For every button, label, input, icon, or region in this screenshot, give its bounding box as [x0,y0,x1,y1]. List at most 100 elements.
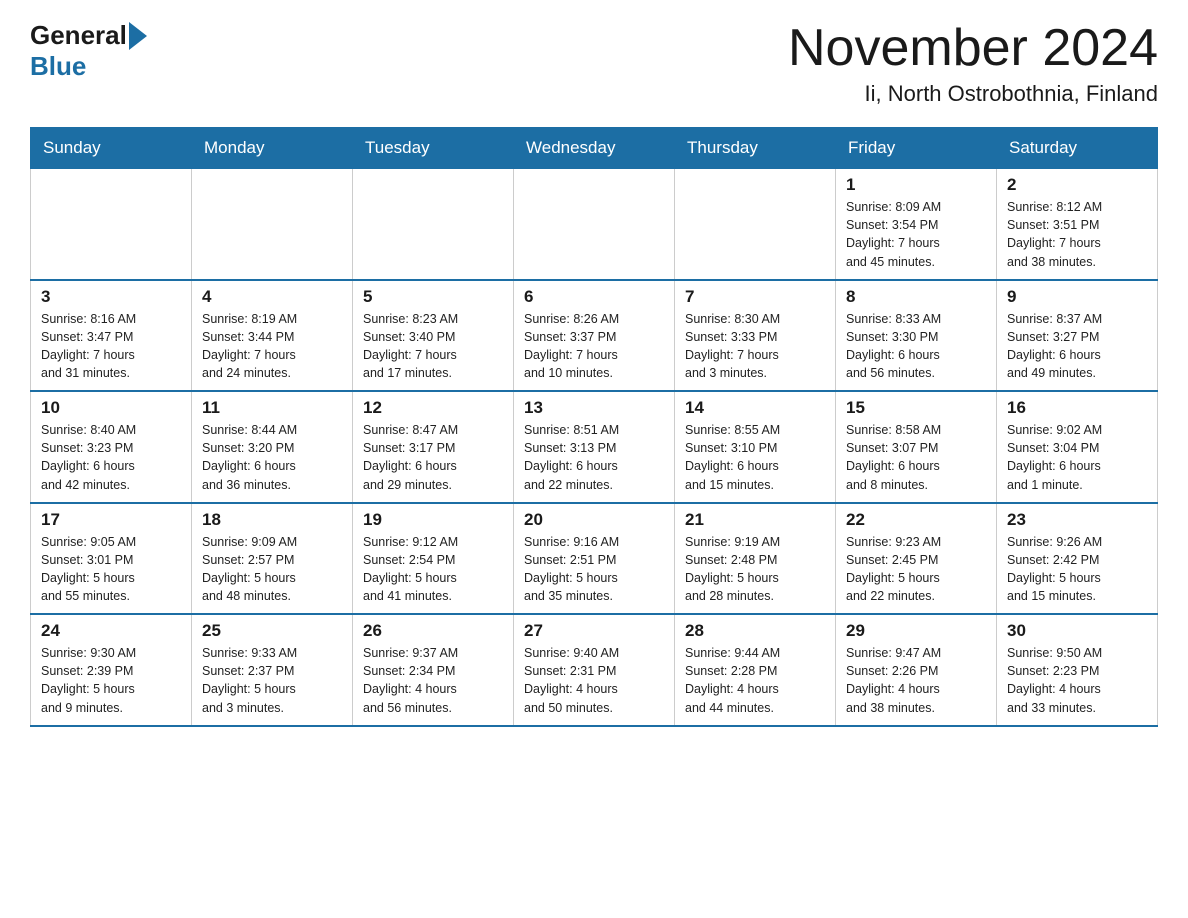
calendar-cell: 27 Sunrise: 9:40 AM Sunset: 2:31 PM Dayli… [514,614,675,726]
day-info: Sunrise: 9:19 AM Sunset: 2:48 PM Dayligh… [685,533,825,606]
day-number: 2 [1007,175,1147,195]
calendar-cell: 4 Sunrise: 8:19 AM Sunset: 3:44 PM Daylig… [192,280,353,392]
day-number: 9 [1007,287,1147,307]
calendar-subtitle: Ii, North Ostrobothnia, Finland [788,81,1158,107]
day-number: 27 [524,621,664,641]
weekday-header-friday: Friday [836,128,997,169]
calendar-cell: 23 Sunrise: 9:26 AM Sunset: 2:42 PM Dayli… [997,503,1158,615]
day-number: 23 [1007,510,1147,530]
day-number: 5 [363,287,503,307]
logo-arrow-icon [129,22,147,50]
calendar-cell: 25 Sunrise: 9:33 AM Sunset: 2:37 PM Dayli… [192,614,353,726]
calendar-cell: 15 Sunrise: 8:58 AM Sunset: 3:07 PM Dayli… [836,391,997,503]
calendar-cell [31,169,192,280]
calendar-cell: 8Sunrise: 8:33 AM Sunset: 3:30 PM Daylig… [836,280,997,392]
calendar-cell: 11 Sunrise: 8:44 AM Sunset: 3:20 PM Dayli… [192,391,353,503]
day-number: 14 [685,398,825,418]
weekday-header-tuesday: Tuesday [353,128,514,169]
day-info: Sunrise: 9:40 AM Sunset: 2:31 PM Dayligh… [524,644,664,717]
calendar-cell: 14 Sunrise: 8:55 AM Sunset: 3:10 PM Dayli… [675,391,836,503]
calendar-cell: 1 Sunrise: 8:09 AM Sunset: 3:54 PM Daylig… [836,169,997,280]
calendar-week-row: 1 Sunrise: 8:09 AM Sunset: 3:54 PM Daylig… [31,169,1158,280]
logo: General Blue [30,20,149,82]
calendar-cell [675,169,836,280]
day-number: 21 [685,510,825,530]
day-number: 3 [41,287,181,307]
calendar-week-row: 17 Sunrise: 9:05 AM Sunset: 3:01 PM Dayli… [31,503,1158,615]
header: General Blue November 2024 Ii, North Ost… [30,20,1158,107]
calendar-cell: 5 Sunrise: 8:23 AM Sunset: 3:40 PM Daylig… [353,280,514,392]
calendar-cell: 12Sunrise: 8:47 AM Sunset: 3:17 PM Dayli… [353,391,514,503]
day-info: Sunrise: 9:05 AM Sunset: 3:01 PM Dayligh… [41,533,181,606]
day-info: Sunrise: 8:19 AM Sunset: 3:44 PM Dayligh… [202,310,342,383]
calendar-cell [353,169,514,280]
day-info: Sunrise: 8:37 AM Sunset: 3:27 PM Dayligh… [1007,310,1147,383]
weekday-header-sunday: Sunday [31,128,192,169]
day-info: Sunrise: 9:26 AM Sunset: 2:42 PM Dayligh… [1007,533,1147,606]
calendar-cell: 6Sunrise: 8:26 AM Sunset: 3:37 PM Daylig… [514,280,675,392]
calendar-cell: 28 Sunrise: 9:44 AM Sunset: 2:28 PM Dayli… [675,614,836,726]
day-number: 26 [363,621,503,641]
day-info: Sunrise: 8:26 AM Sunset: 3:37 PM Dayligh… [524,310,664,383]
day-info: Sunrise: 9:30 AM Sunset: 2:39 PM Dayligh… [41,644,181,717]
weekday-header-thursday: Thursday [675,128,836,169]
logo-blue-text: Blue [30,51,86,82]
weekday-header-wednesday: Wednesday [514,128,675,169]
calendar-cell: 16 Sunrise: 9:02 AM Sunset: 3:04 PM Dayli… [997,391,1158,503]
calendar-cell: 18Sunrise: 9:09 AM Sunset: 2:57 PM Dayli… [192,503,353,615]
calendar-cell [514,169,675,280]
day-info: Sunrise: 8:58 AM Sunset: 3:07 PM Dayligh… [846,421,986,494]
day-info: Sunrise: 8:33 AM Sunset: 3:30 PM Dayligh… [846,310,986,383]
calendar-cell: 17 Sunrise: 9:05 AM Sunset: 3:01 PM Dayli… [31,503,192,615]
title-area: November 2024 Ii, North Ostrobothnia, Fi… [788,20,1158,107]
day-number: 1 [846,175,986,195]
calendar-week-row: 3 Sunrise: 8:16 AM Sunset: 3:47 PM Daylig… [31,280,1158,392]
calendar-table: SundayMondayTuesdayWednesdayThursdayFrid… [30,127,1158,727]
day-info: Sunrise: 9:09 AM Sunset: 2:57 PM Dayligh… [202,533,342,606]
calendar-cell: 21 Sunrise: 9:19 AM Sunset: 2:48 PM Dayli… [675,503,836,615]
day-number: 4 [202,287,342,307]
day-number: 19 [363,510,503,530]
day-info: Sunrise: 8:23 AM Sunset: 3:40 PM Dayligh… [363,310,503,383]
day-info: Sunrise: 9:50 AM Sunset: 2:23 PM Dayligh… [1007,644,1147,717]
day-number: 15 [846,398,986,418]
day-info: Sunrise: 8:16 AM Sunset: 3:47 PM Dayligh… [41,310,181,383]
calendar-title: November 2024 [788,20,1158,77]
calendar-cell: 29 Sunrise: 9:47 AM Sunset: 2:26 PM Dayli… [836,614,997,726]
logo-general-text: General [30,20,127,51]
day-info: Sunrise: 9:44 AM Sunset: 2:28 PM Dayligh… [685,644,825,717]
day-number: 29 [846,621,986,641]
day-number: 11 [202,398,342,418]
day-number: 16 [1007,398,1147,418]
day-number: 7 [685,287,825,307]
day-number: 30 [1007,621,1147,641]
calendar-week-row: 10Sunrise: 8:40 AM Sunset: 3:23 PM Dayli… [31,391,1158,503]
weekday-header-monday: Monday [192,128,353,169]
day-number: 28 [685,621,825,641]
day-info: Sunrise: 8:55 AM Sunset: 3:10 PM Dayligh… [685,421,825,494]
day-number: 10 [41,398,181,418]
day-number: 22 [846,510,986,530]
day-info: Sunrise: 9:02 AM Sunset: 3:04 PM Dayligh… [1007,421,1147,494]
day-info: Sunrise: 8:44 AM Sunset: 3:20 PM Dayligh… [202,421,342,494]
day-info: Sunrise: 8:09 AM Sunset: 3:54 PM Dayligh… [846,198,986,271]
calendar-cell: 13 Sunrise: 8:51 AM Sunset: 3:13 PM Dayli… [514,391,675,503]
day-number: 13 [524,398,664,418]
day-number: 17 [41,510,181,530]
weekday-header-saturday: Saturday [997,128,1158,169]
weekday-header-row: SundayMondayTuesdayWednesdayThursdayFrid… [31,128,1158,169]
day-info: Sunrise: 9:47 AM Sunset: 2:26 PM Dayligh… [846,644,986,717]
calendar-week-row: 24Sunrise: 9:30 AM Sunset: 2:39 PM Dayli… [31,614,1158,726]
calendar-cell: 3 Sunrise: 8:16 AM Sunset: 3:47 PM Daylig… [31,280,192,392]
calendar-cell: 9 Sunrise: 8:37 AM Sunset: 3:27 PM Daylig… [997,280,1158,392]
day-info: Sunrise: 8:51 AM Sunset: 3:13 PM Dayligh… [524,421,664,494]
day-info: Sunrise: 9:16 AM Sunset: 2:51 PM Dayligh… [524,533,664,606]
calendar-cell: 10Sunrise: 8:40 AM Sunset: 3:23 PM Dayli… [31,391,192,503]
day-number: 25 [202,621,342,641]
day-info: Sunrise: 9:23 AM Sunset: 2:45 PM Dayligh… [846,533,986,606]
day-info: Sunrise: 8:12 AM Sunset: 3:51 PM Dayligh… [1007,198,1147,271]
calendar-cell: 7Sunrise: 8:30 AM Sunset: 3:33 PM Daylig… [675,280,836,392]
day-info: Sunrise: 9:37 AM Sunset: 2:34 PM Dayligh… [363,644,503,717]
day-info: Sunrise: 9:33 AM Sunset: 2:37 PM Dayligh… [202,644,342,717]
calendar-cell: 26 Sunrise: 9:37 AM Sunset: 2:34 PM Dayli… [353,614,514,726]
